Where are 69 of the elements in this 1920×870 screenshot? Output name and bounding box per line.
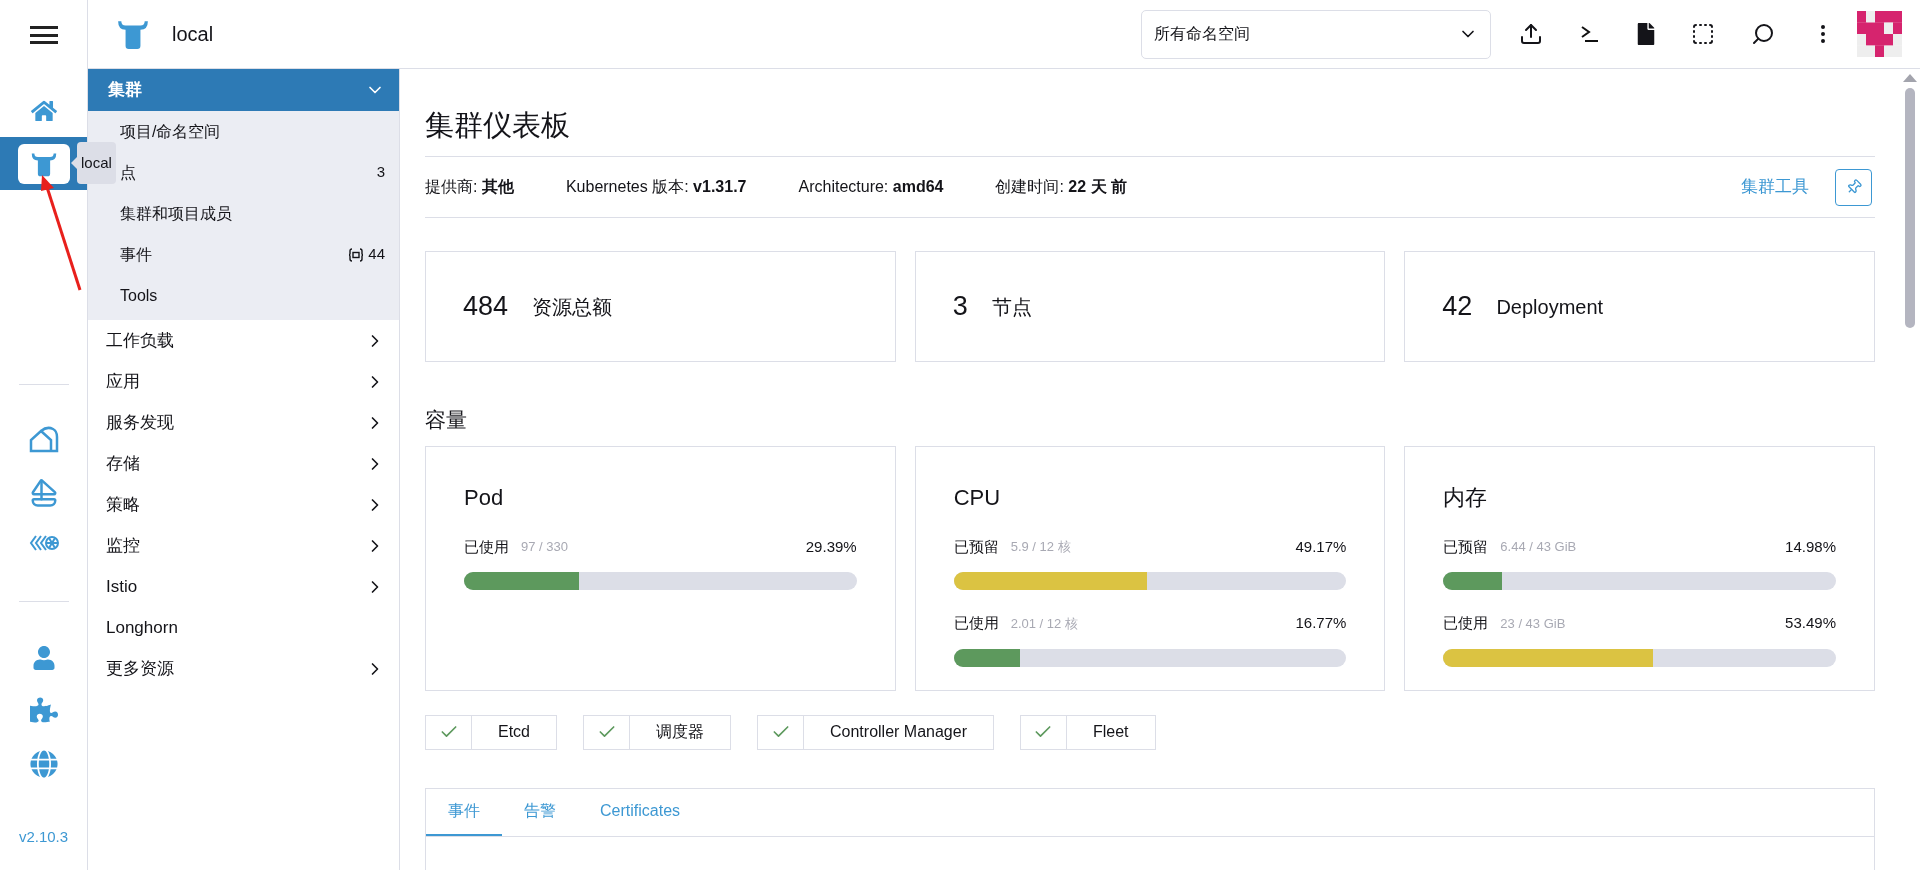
component-label: Controller Manager <box>829 722 968 742</box>
nav-item[interactable]: 监控 <box>88 525 399 566</box>
upload-icon[interactable] <box>1519 22 1543 46</box>
nav-item[interactable]: 存储 <box>88 443 399 484</box>
namespace-select[interactable]: 所有命名空间 <box>1141 9 1491 59</box>
meter-percent: 16.77% <box>1295 613 1347 633</box>
nav-item[interactable]: 策略 <box>88 484 399 525</box>
cluster-fact: 提供商: 其他 <box>425 177 514 197</box>
file-icon[interactable] <box>1637 23 1655 45</box>
menu-button[interactable] <box>29 23 58 47</box>
sailboat-icon[interactable] <box>28 478 59 508</box>
meter-label: 已使用 <box>1443 613 1489 633</box>
component-label: Fleet <box>1091 722 1130 742</box>
cluster-fact: Architecture: amd64 <box>798 177 944 197</box>
apps-icon[interactable] <box>28 425 59 453</box>
meter-percent: 49.17% <box>1295 536 1347 557</box>
nav-subitem[interactable]: 事件 44 <box>88 234 399 275</box>
count-label: 3 <box>376 162 385 183</box>
capacity-title: 内存 <box>1443 483 1489 512</box>
component-label: Etcd <box>497 722 531 742</box>
meter-label: 已预留 <box>1443 536 1489 557</box>
nav-item[interactable]: 工作负载 <box>88 320 399 361</box>
cluster-fact: 创建时间: 22 天 前 <box>995 177 1128 197</box>
nav-subitem[interactable]: 集群和项目成员 <box>88 193 399 234</box>
count-value: 42 <box>1442 290 1473 324</box>
cluster-fact: Kubernetes 版本: v1.31.7 <box>565 177 747 197</box>
nav-group-header[interactable]: 集群 <box>88 69 399 111</box>
avatar-icon[interactable] <box>1857 11 1902 57</box>
meter-percent: 53.49% <box>1785 613 1836 633</box>
meter-detail: 5.9 / 12 核 <box>1010 538 1071 556</box>
meter-detail: 97 / 330 <box>521 538 568 556</box>
meter-label: 已使用 <box>464 536 509 557</box>
tooltip: local <box>71 142 116 184</box>
count-card[interactable]: 42 Deployment <box>1404 251 1875 362</box>
count-label: 节点 <box>991 294 1032 320</box>
globe-icon[interactable] <box>29 750 58 778</box>
count-label: 44 <box>368 244 385 265</box>
nav-item[interactable]: 更多资源 <box>88 648 399 689</box>
fleet-icon[interactable] <box>28 533 59 553</box>
cluster-name: local <box>172 22 214 47</box>
count-value: 3 <box>952 290 968 324</box>
nav-subitem[interactable]: Tools <box>88 275 399 316</box>
count-label: 资源总额 <box>532 294 613 320</box>
nav-item[interactable]: Istio <box>88 566 399 607</box>
puzzle-icon[interactable] <box>29 696 58 724</box>
meter-detail: 2.01 / 12 核 <box>1010 614 1078 633</box>
count-label: Deployment <box>1496 294 1604 320</box>
meter-label: 已使用 <box>953 613 999 633</box>
meter-percent: 29.39% <box>805 536 857 557</box>
user-icon[interactable] <box>31 646 56 670</box>
search-icon[interactable] <box>1751 22 1775 46</box>
count-card[interactable]: 484 资源总额 <box>425 251 896 362</box>
count-card[interactable]: 3 节点 <box>914 251 1386 362</box>
meter-detail: 23 / 43 GiB <box>1500 614 1566 633</box>
count-value: 484 <box>463 290 509 324</box>
capacity-title: Pod <box>464 483 505 512</box>
pin-button[interactable] <box>1835 168 1872 206</box>
component-label: 调度器 <box>655 722 705 742</box>
meter-detail: 6.44 / 43 GiB <box>1500 538 1577 556</box>
dashed-square-icon[interactable] <box>1691 22 1715 46</box>
meter-percent: 14.98% <box>1785 536 1836 557</box>
nav-item[interactable]: 服务发现 <box>88 402 399 443</box>
terminal-icon[interactable] <box>1579 24 1601 44</box>
section-title: 容量 <box>425 407 468 433</box>
nav-item[interactable]: Longhorn <box>88 607 399 648</box>
capacity-title: CPU <box>953 483 1002 512</box>
page-title: 集群仪表板 <box>425 105 1875 157</box>
meter-label: 已预留 <box>953 536 999 557</box>
nav-item[interactable]: 应用 <box>88 361 399 402</box>
